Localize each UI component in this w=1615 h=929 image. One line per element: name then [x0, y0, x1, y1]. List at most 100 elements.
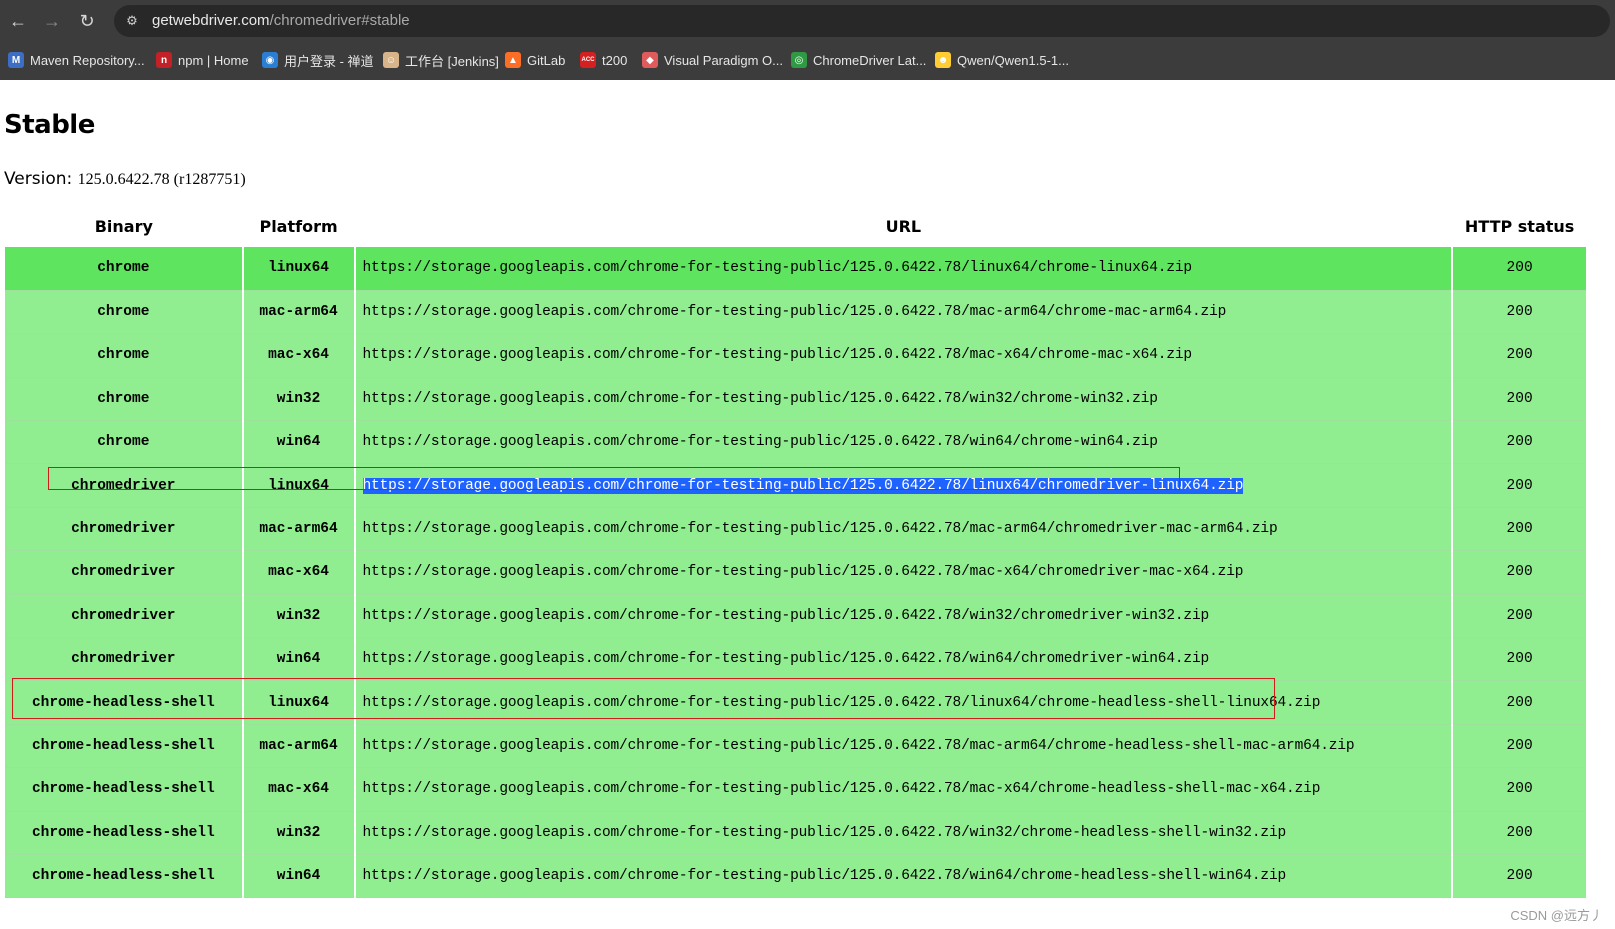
- column-header-binary: Binary: [94, 217, 153, 236]
- column-header-http-status: HTTP status: [1464, 217, 1575, 236]
- page-title: Stable: [4, 110, 95, 140]
- url-cell[interactable]: https://storage.googleapis.com/chrome-fo…: [354, 247, 1454, 291]
- platform-cell: win32: [242, 377, 356, 422]
- version-value: 125.0.6422.78 (r1287751): [77, 171, 246, 188]
- table-row: chrome win32 https://storage.googleapis.co…: [5, 377, 1588, 422]
- annotation-box-chromedriver-linux64: [48, 467, 1180, 490]
- annotation-box-headless-shell-linux64: [12, 678, 1275, 719]
- url-cell[interactable]: https://storage.googleapis.com/chrome-fo…: [354, 290, 1454, 335]
- downloads-table: Binary Platform URL HTTP status chrome li…: [5, 206, 1588, 899]
- binary-cell: chrome-headless-shell: [5, 811, 244, 855]
- status-cell: 200: [1452, 767, 1588, 812]
- column-header-url: URL: [885, 217, 922, 236]
- table-row: chrome-headless-shell mac-arm64 https://st…: [5, 724, 1588, 769]
- status-cell: 200: [1452, 724, 1588, 769]
- table-row: chromedriver mac-x64 https://storage.googl…: [5, 550, 1588, 595]
- bookmark-item[interactable]: ☻ Qwen/Qwen1.5-1...: [935, 50, 1069, 70]
- binary-cell: chrome-headless-shell: [5, 767, 244, 812]
- platform-cell: win64: [242, 854, 356, 899]
- url-cell[interactable]: https://storage.googleapis.com/chrome-fo…: [354, 854, 1454, 899]
- status-cell: 200: [1452, 420, 1588, 465]
- status-cell: 200: [1452, 637, 1588, 682]
- table-row: chrome win64 https://storage.googleapis.co…: [5, 420, 1588, 465]
- url-cell[interactable]: https://storage.googleapis.com/chrome-fo…: [354, 507, 1454, 552]
- npm-icon: n: [156, 52, 172, 68]
- binary-cell: chrome: [5, 333, 244, 378]
- status-cell: 200: [1452, 680, 1588, 725]
- url-cell[interactable]: https://storage.googleapis.com/chrome-fo…: [354, 420, 1454, 465]
- zentao-icon: ◉: [262, 52, 278, 68]
- bookmark-item[interactable]: ☺ 工作台 [Jenkins]: [383, 50, 499, 70]
- reload-icon[interactable]: ↻: [76, 10, 98, 32]
- binary-cell: chrome-headless-shell: [5, 724, 244, 769]
- column-header-platform: Platform: [259, 217, 338, 236]
- table-row: chrome-headless-shell mac-x64 https://stor…: [5, 767, 1588, 812]
- status-cell: 200: [1452, 507, 1588, 552]
- version-line: Version: 125.0.6422.78 (r1287751): [4, 169, 246, 189]
- status-cell: 200: [1452, 377, 1588, 422]
- browser-toolbar: ← → ↻ ⚙ getwebdriver.com/chromedriver#st…: [0, 0, 1615, 40]
- platform-cell: mac-x64: [242, 767, 356, 812]
- bookmark-label: Maven Repository...: [30, 52, 145, 68]
- binary-cell: chrome-headless-shell: [5, 854, 244, 899]
- status-cell: 200: [1452, 333, 1588, 378]
- binary-cell: chrome: [5, 290, 244, 335]
- binary-cell: chromedriver: [5, 550, 244, 595]
- table-row: chrome-headless-shell win64 https://storag…: [5, 854, 1588, 899]
- url-cell[interactable]: https://storage.googleapis.com/chrome-fo…: [354, 333, 1454, 378]
- status-cell: 200: [1452, 290, 1588, 335]
- url-cell[interactable]: https://storage.googleapis.com/chrome-fo…: [354, 811, 1454, 855]
- binary-cell: chrome: [5, 420, 244, 465]
- url-cell[interactable]: https://storage.googleapis.com/chrome-fo…: [354, 767, 1454, 812]
- table-row: chrome mac-x64 https://storage.googleapis.…: [5, 333, 1588, 378]
- bookmark-item[interactable]: M Maven Repository...: [8, 50, 145, 70]
- bookmark-label: Qwen/Qwen1.5-1...: [957, 52, 1069, 68]
- table-row: chrome-headless-shell win32 https://storag…: [5, 811, 1588, 855]
- platform-cell: win64: [242, 420, 356, 465]
- gitlab-icon: ▲: [505, 52, 521, 68]
- bookmark-label: Visual Paradigm O...: [664, 52, 783, 68]
- platform-cell: win64: [242, 637, 356, 682]
- bookmark-label: t200: [602, 52, 628, 68]
- url-cell[interactable]: https://storage.googleapis.com/chrome-fo…: [354, 550, 1454, 595]
- address-bar-url[interactable]: getwebdriver.com/chromedriver#stable: [152, 12, 410, 30]
- bookmark-item[interactable]: ◆ Visual Paradigm O...: [642, 50, 783, 70]
- url-cell[interactable]: https://storage.googleapis.com/chrome-fo…: [354, 637, 1454, 682]
- url-host: getwebdriver.com: [152, 12, 270, 29]
- url-path: /chromedriver#stable: [269, 12, 410, 29]
- platform-cell: win32: [242, 594, 356, 639]
- bookmark-item[interactable]: ◎ ChromeDriver Lat...: [791, 50, 926, 70]
- url-cell[interactable]: https://storage.googleapis.com/chrome-fo…: [354, 594, 1454, 639]
- table-row: chrome linux64 https://storage.googleapis.…: [5, 247, 1588, 291]
- table-row: chrome mac-arm64 https://storage.googleapi…: [5, 290, 1588, 335]
- site-info-icon[interactable]: ⚙: [122, 12, 142, 30]
- platform-cell: mac-x64: [242, 333, 356, 378]
- binary-cell: chrome: [5, 247, 244, 291]
- bookmark-label: GitLab: [527, 52, 566, 68]
- bookmark-label: ChromeDriver Lat...: [813, 52, 927, 68]
- url-cell[interactable]: https://storage.googleapis.com/chrome-fo…: [354, 724, 1454, 769]
- table-header-row: Binary Platform URL HTTP status: [5, 206, 1587, 247]
- binary-cell: chromedriver: [5, 507, 244, 552]
- status-cell: 200: [1452, 811, 1588, 855]
- watermark: CSDN @远方丿: [1510, 908, 1603, 923]
- maven-icon: M: [8, 52, 24, 68]
- table-row: chromedriver mac-arm64 https://storage.goo…: [5, 507, 1588, 552]
- bookmark-item[interactable]: ▲ GitLab: [505, 50, 565, 70]
- bookmark-label: npm | Home: [178, 52, 249, 68]
- jenkins-icon: ☺: [383, 52, 399, 68]
- bookmark-item[interactable]: ◉ 用户登录 - 禅道: [262, 50, 374, 70]
- back-arrow-icon[interactable]: ←: [7, 10, 29, 32]
- binary-cell: chromedriver: [5, 594, 244, 639]
- bookmark-label: 工作台 [Jenkins]: [405, 53, 499, 69]
- version-label: Version:: [4, 169, 73, 189]
- huggingface-icon: ☻: [935, 52, 951, 68]
- table-row: chromedriver win32 https://storage.googlea…: [5, 594, 1588, 639]
- bookmark-label: 用户登录 - 禅道: [284, 53, 374, 69]
- bookmark-item[interactable]: ACC t200: [580, 50, 627, 70]
- forward-arrow-icon[interactable]: →: [41, 10, 63, 32]
- platform-cell: win32: [242, 811, 356, 855]
- status-cell: 200: [1452, 854, 1588, 899]
- url-cell[interactable]: https://storage.googleapis.com/chrome-fo…: [354, 377, 1454, 422]
- bookmark-item[interactable]: n npm | Home: [156, 50, 249, 70]
